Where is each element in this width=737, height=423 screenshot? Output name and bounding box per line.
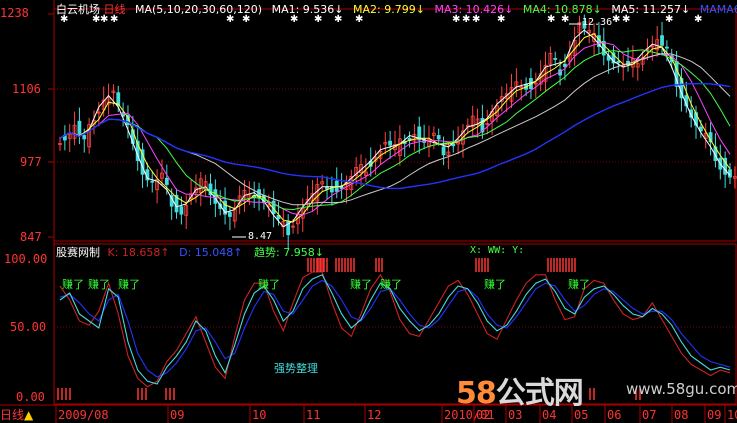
d-value: D: 15.048↑ xyxy=(179,246,243,259)
ma4-value: MA4: 10.878↓ xyxy=(522,3,602,16)
indicator-name[interactable]: 股赛网制 xyxy=(56,246,100,259)
profit-signal: 赚了 xyxy=(118,278,140,291)
date-label: 06 xyxy=(607,408,621,422)
date-axis: 2009/08091011122010/01020304050607080910 xyxy=(0,404,737,423)
indicator-axis-label: 0.00 xyxy=(16,390,45,404)
candle-body xyxy=(664,46,669,49)
candle-body xyxy=(116,92,121,106)
date-label: 08 xyxy=(674,408,688,422)
warning-icon: ▲ xyxy=(24,408,34,422)
candle-body xyxy=(451,143,456,147)
k-value: K: 18.658↑ xyxy=(107,246,170,259)
candlestick-series[interactable] xyxy=(58,14,737,249)
low-annotation: 8.47 xyxy=(248,231,273,242)
date-label: 12 xyxy=(367,408,381,422)
candle-body xyxy=(616,60,621,63)
candle-body xyxy=(82,135,87,140)
brand-text: 公式网 xyxy=(495,376,584,411)
ma1-value: MA1: 9.536↓ xyxy=(271,3,344,16)
brand-number: 58 xyxy=(456,376,497,411)
ma4-line xyxy=(59,49,731,211)
price-label: 977 xyxy=(20,155,42,169)
profit-signal: 赚了 xyxy=(484,278,506,291)
indicator-extra: X: WW: Y: xyxy=(470,245,525,256)
price-panel-frame xyxy=(53,8,737,242)
trend-value: 趋势: 7.958↓ xyxy=(254,246,324,259)
ma3-value: MA3: 10.426↓ xyxy=(434,3,514,16)
profit-signal: 赚了 xyxy=(568,278,590,291)
stock-name: 白云机场 xyxy=(56,3,100,16)
date-label: 2009/08 xyxy=(58,408,109,422)
timeframe-tab[interactable]: 日线▲ xyxy=(0,406,33,423)
indicator-axis-label: 50.00 xyxy=(10,320,47,334)
profit-signal: 赚了 xyxy=(62,278,84,291)
date-label: 09 xyxy=(170,408,184,422)
candle-body xyxy=(553,58,558,60)
date-label: 10 xyxy=(252,408,266,422)
ma2-value: MA2: 9.799↓ xyxy=(353,3,425,16)
stock-chart[interactable]: ✱ ✱ ✱ ✱ ✱ ✱ ✱ ✱ ✱ ✱ ✱ ✱ ✱ ✱ ✱ ✱ ✱ ✱ ✱ ✱ 2009/08 09 10 11 12 2010… xyxy=(0,0,737,423)
ma5-value: MA5: 11.257↓ xyxy=(611,3,691,16)
candle-body xyxy=(436,135,441,140)
indicator-header: 股赛网制 K: 18.658↑ D: 15.048↑ 趋势: 7.958↓ xyxy=(56,244,324,260)
ma1-line xyxy=(59,29,731,228)
date-label: 07 xyxy=(642,408,656,422)
profit-signal: 赚了 xyxy=(380,278,402,291)
watermark: 58公式网 www.58gu.com xyxy=(456,368,737,412)
price-label: 1106 xyxy=(12,82,41,96)
high-annotation: 12.36 xyxy=(582,17,613,28)
candle-body xyxy=(179,206,184,215)
candle-body xyxy=(228,212,232,217)
date-label: 09 xyxy=(707,408,721,422)
indicator-axis-label: 100.00 xyxy=(4,252,48,266)
date-label: 10 xyxy=(727,408,737,422)
date-label: 11 xyxy=(306,408,320,422)
moving-average-lines xyxy=(59,29,731,228)
chart-header: 白云机场 日线 MA(5,10,20,30,60,120) MA1: 9.536… xyxy=(56,1,737,17)
candle-body xyxy=(441,146,446,156)
candle-body xyxy=(77,120,82,135)
price-label: 1238 xyxy=(0,6,29,20)
price-label: 847 xyxy=(20,230,42,244)
candle-body xyxy=(150,180,155,183)
candle-body xyxy=(164,177,169,185)
candle-body xyxy=(660,35,664,46)
timeframe-tab-label: 日线 xyxy=(0,408,25,422)
candle-body xyxy=(388,140,393,146)
d-line xyxy=(59,279,731,378)
profit-signal: 赚了 xyxy=(88,278,110,291)
ma6-value: MAMA6: 10.5 xyxy=(699,3,737,16)
timeframe-label[interactable]: 日线 xyxy=(104,3,126,16)
ma-params: MA(5,10,20,30,60,120) xyxy=(135,3,263,16)
consolidation-label: 强势整理 xyxy=(274,362,318,375)
profit-signal: 赚了 xyxy=(350,278,372,291)
candle-body xyxy=(563,63,567,67)
profit-signal: 赚了 xyxy=(258,278,280,291)
brand-url: www.58gu.com xyxy=(626,380,737,398)
